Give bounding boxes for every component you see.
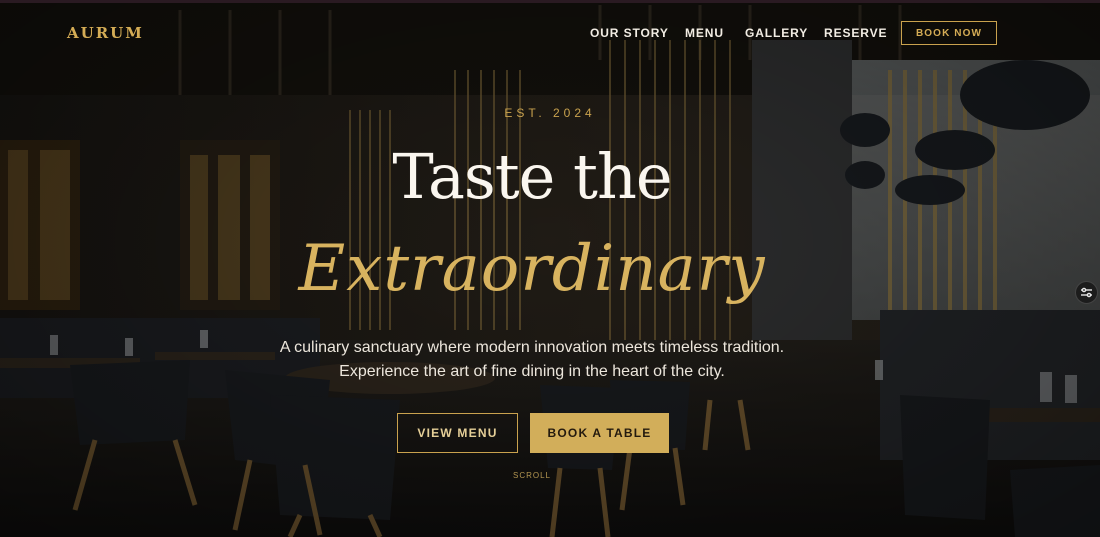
nav-reserve[interactable]: RESERVE: [824, 26, 887, 40]
nav-gallery[interactable]: GALLERY: [745, 26, 808, 40]
brand-logo[interactable]: AURUM: [67, 24, 144, 42]
scroll-indicator[interactable]: SCROLL: [0, 471, 1064, 480]
nav-menu[interactable]: MENU: [685, 26, 724, 40]
sliders-icon[interactable]: [1075, 281, 1098, 304]
book-a-table-button[interactable]: BOOK A TABLE: [530, 413, 669, 453]
hero-subtitle-line1: A culinary sanctuary where modern innova…: [279, 339, 785, 356]
top-border: [0, 0, 1100, 3]
nav-our-story[interactable]: OUR STORY: [590, 26, 669, 40]
book-now-button[interactable]: BOOK NOW: [901, 21, 997, 45]
view-menu-button[interactable]: VIEW MENU: [397, 413, 518, 453]
established-label: EST. 2024: [504, 106, 596, 120]
hero-title-line1: Taste the: [392, 140, 672, 213]
hero-title-line2: Extraordinary: [298, 232, 766, 306]
hero-subtitle-line2: Experience the art of fine dining in the…: [339, 363, 725, 380]
hero-subtitle: A culinary sanctuary where modern innova…: [0, 336, 1064, 384]
